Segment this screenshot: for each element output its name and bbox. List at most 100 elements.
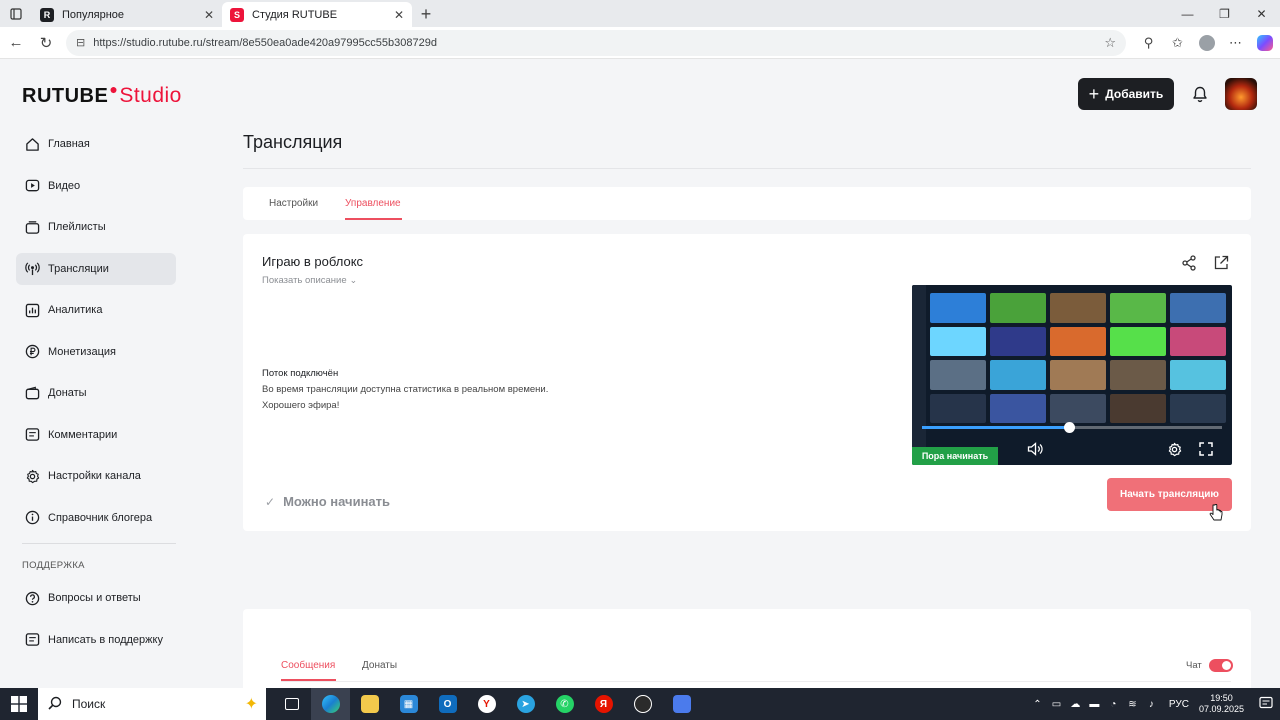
browser-tab-studio[interactable]: S Студия RUTUBE ✕ bbox=[222, 2, 412, 27]
favorites-icon[interactable]: ✩ bbox=[1163, 29, 1192, 57]
yandex-icon[interactable]: Я bbox=[584, 688, 623, 720]
volume-icon[interactable] bbox=[1026, 441, 1044, 457]
favorite-star-icon[interactable]: ☆ bbox=[1104, 35, 1116, 51]
tray-wifi-icon[interactable]: ≋ bbox=[1123, 699, 1142, 710]
fullscreen-icon[interactable] bbox=[1197, 441, 1215, 457]
address-bar: ← ↻ ⊟ https://studio.rutube.ru/stream/8e… bbox=[0, 27, 1280, 59]
user-avatar[interactable] bbox=[1225, 78, 1257, 110]
telegram-icon[interactable]: ➤ bbox=[506, 688, 545, 720]
edge-browser-icon[interactable] bbox=[311, 688, 350, 720]
chat-tabs-divider bbox=[281, 681, 1231, 682]
add-button-label: Добавить bbox=[1105, 87, 1164, 101]
close-tab-icon[interactable]: ✕ bbox=[394, 8, 404, 22]
taskbar-search[interactable]: Поиск ✦ bbox=[38, 688, 266, 720]
taskbar-clock[interactable]: 19:50 07.09.2025 bbox=[1199, 693, 1244, 715]
preview-progress-handle[interactable] bbox=[1064, 422, 1075, 433]
close-tab-icon[interactable]: ✕ bbox=[204, 8, 214, 22]
show-description-toggle[interactable]: Показать описание ⌄ bbox=[262, 275, 357, 286]
open-external-icon[interactable] bbox=[1212, 254, 1230, 272]
gear-icon bbox=[24, 468, 40, 484]
new-tab-icon[interactable]: + bbox=[412, 2, 440, 27]
stream-status-title: Поток подключён bbox=[262, 368, 339, 379]
tab-title: Популярное bbox=[62, 8, 125, 21]
tray-volume-icon[interactable]: ♪ bbox=[1142, 699, 1161, 710]
share-icon[interactable] bbox=[1180, 254, 1198, 272]
tab-title: Студия RUTUBE bbox=[252, 8, 338, 21]
sidebar-item-channel-settings[interactable]: Настройки канала bbox=[16, 460, 176, 492]
back-icon[interactable]: ← bbox=[2, 29, 30, 57]
sidebar-item-home[interactable]: Главная bbox=[16, 128, 176, 160]
roblox-studio-icon[interactable] bbox=[662, 688, 701, 720]
sidebar-item-contact-support[interactable]: Написать в поддержку bbox=[16, 624, 176, 656]
sidebar-item-donations[interactable]: Донаты bbox=[16, 377, 176, 409]
input-language[interactable]: РУС bbox=[1169, 699, 1189, 710]
yandex-browser-icon[interactable]: Y bbox=[467, 688, 506, 720]
sidebar-item-video[interactable]: Видео bbox=[16, 170, 176, 202]
file-explorer-icon[interactable] bbox=[350, 688, 389, 720]
preview-roblox-sidebar bbox=[912, 285, 926, 465]
tray-cloud-icon[interactable]: ☁ bbox=[1066, 699, 1085, 710]
broadcast-icon bbox=[24, 261, 40, 277]
sidebar-item-faq[interactable]: Вопросы и ответы bbox=[16, 582, 176, 614]
stream-preview-player[interactable]: Пора начинать bbox=[912, 285, 1232, 465]
stream-card: Играю в роблокс Показать описание ⌄ Поток… bbox=[243, 234, 1251, 531]
add-button[interactable]: + Добавить bbox=[1078, 78, 1174, 110]
playlist-icon bbox=[24, 219, 40, 235]
notifications-icon[interactable] bbox=[1252, 696, 1280, 713]
tab-management[interactable]: Управление bbox=[345, 198, 401, 209]
sidebar-item-playlists[interactable]: Плейлисты bbox=[16, 211, 176, 243]
more-menu-icon[interactable]: ⋯ bbox=[1221, 29, 1250, 57]
system-tray: ⌃ ▭ ☁ ▬ ◔ ≋ ♪ РУС 19:50 07.09.2025 bbox=[1028, 688, 1280, 720]
rutube-studio-logo[interactable]: RUTUBE ● Studio bbox=[22, 81, 182, 108]
tab-actions-icon[interactable] bbox=[0, 0, 32, 27]
notifications-bell-icon[interactable] bbox=[1188, 82, 1212, 106]
tab-settings[interactable]: Настройки bbox=[269, 198, 318, 209]
tab-donations[interactable]: Донаты bbox=[362, 660, 397, 671]
tray-overflow-chevron-icon[interactable]: ⌃ bbox=[1028, 699, 1047, 710]
sidebar-item-label: Донаты bbox=[48, 387, 87, 399]
sidebar-item-broadcasts[interactable]: Трансляции bbox=[16, 252, 176, 285]
tray-drive-icon[interactable]: ▬ bbox=[1085, 699, 1104, 710]
sidebar-item-analytics[interactable]: Аналитика bbox=[16, 294, 176, 326]
ready-status: ✓ Можно начинать bbox=[265, 494, 390, 509]
browser-tab-popular[interactable]: R Популярное ✕ bbox=[32, 2, 222, 27]
sidebar-item-blogger-guide[interactable]: Справочник блогера bbox=[16, 502, 176, 534]
browser-toolbar-icons: ⚲ ✩ ⋯ bbox=[1134, 29, 1279, 57]
whatsapp-icon[interactable]: ✆ bbox=[545, 688, 584, 720]
restore-icon[interactable]: ❐ bbox=[1206, 0, 1243, 27]
tab-messages[interactable]: Сообщения bbox=[281, 660, 335, 671]
preview-progress-fill bbox=[922, 426, 1069, 429]
rutube-favicon-icon: R bbox=[40, 7, 54, 22]
profile-icon[interactable] bbox=[1192, 29, 1221, 57]
tray-app-icon[interactable]: ▭ bbox=[1047, 699, 1066, 710]
copilot-icon[interactable] bbox=[1250, 29, 1279, 57]
minimize-icon[interactable]: — bbox=[1169, 0, 1206, 27]
chat-support-icon bbox=[24, 632, 40, 648]
outlook-icon[interactable]: O bbox=[428, 688, 467, 720]
analytics-icon bbox=[24, 302, 40, 318]
active-tab-underline bbox=[345, 218, 402, 220]
check-icon: ✓ bbox=[265, 494, 276, 509]
player-settings-gear-icon[interactable] bbox=[1165, 441, 1183, 457]
title-divider bbox=[243, 168, 1251, 169]
url-input[interactable]: ⊟ https://studio.rutube.ru/stream/8e550e… bbox=[66, 29, 1126, 56]
sidebar-item-label: Плейлисты bbox=[48, 221, 106, 233]
sidebar-item-monetization[interactable]: Монетизация bbox=[16, 336, 176, 368]
sidebar-item-comments[interactable]: Комментарии bbox=[16, 419, 176, 451]
url-text: https://studio.rutube.ru/stream/8e550ea0… bbox=[93, 36, 437, 49]
windows-start-icon[interactable] bbox=[0, 688, 38, 720]
clock-time: 19:50 bbox=[1210, 693, 1233, 703]
wallet-icon bbox=[24, 385, 40, 401]
tray-network-icon[interactable]: ◔ bbox=[1104, 699, 1123, 710]
chat-toggle[interactable] bbox=[1209, 659, 1233, 672]
obs-studio-icon[interactable] bbox=[623, 688, 662, 720]
comment-icon bbox=[24, 427, 40, 443]
sidebar-item-label: Справочник блогера bbox=[48, 511, 153, 524]
site-info-icon[interactable]: ⊟ bbox=[76, 36, 85, 49]
close-window-icon[interactable]: ✕ bbox=[1243, 0, 1280, 27]
reload-icon[interactable]: ↻ bbox=[32, 29, 60, 57]
extensions-icon[interactable]: ⚲ bbox=[1134, 29, 1163, 57]
logo-studio: Studio bbox=[119, 84, 182, 107]
microsoft-store-icon[interactable]: ▦ bbox=[389, 688, 428, 720]
task-view-icon[interactable] bbox=[272, 688, 311, 720]
